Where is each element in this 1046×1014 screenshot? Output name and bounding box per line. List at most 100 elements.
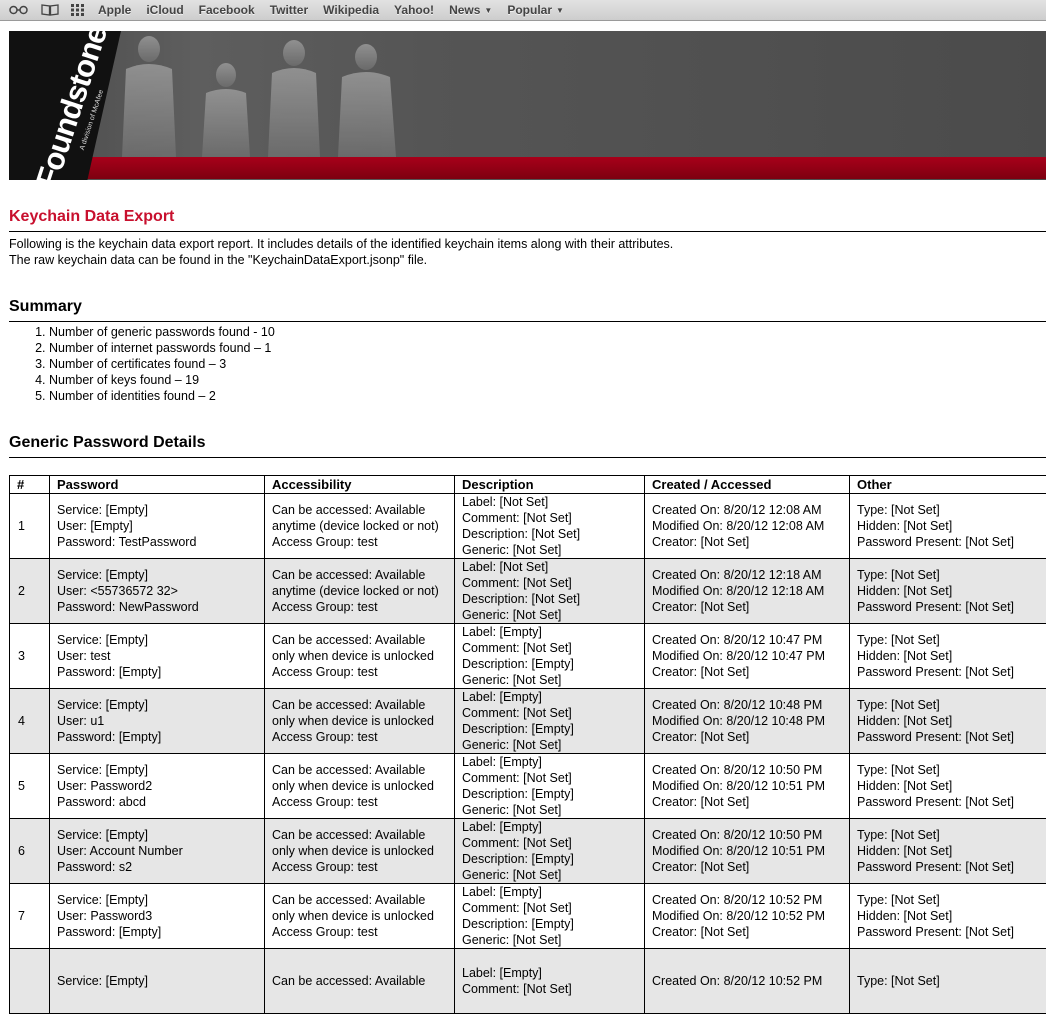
bookmark-news-label: News: [449, 3, 480, 17]
created-line: Modified On: 8/20/12 10:47 PM: [652, 648, 842, 664]
bookmark-popular-label: Popular: [507, 3, 552, 17]
accessibility-line: Access Group: test: [272, 599, 447, 615]
cell-password: Service: [Empty]User: <55736572 32>Passw…: [50, 559, 265, 624]
top-sites-grid-icon[interactable]: [70, 0, 86, 21]
password-line: Service: [Empty]: [57, 892, 257, 908]
password-line: Password: abcd: [57, 794, 257, 810]
bookmark-popular-menu[interactable]: Popular▼: [507, 3, 564, 17]
accessibility-line: Can be accessed: Available: [272, 697, 447, 713]
bookmark-wikipedia[interactable]: Wikipedia: [323, 3, 379, 17]
cell-description: Label: [Empty]Comment: [Not Set]Descript…: [455, 624, 645, 689]
created-line: Modified On: 8/20/12 10:48 PM: [652, 713, 842, 729]
bookmark-yahoo[interactable]: Yahoo!: [394, 3, 434, 17]
other-line: Hidden: [Not Set]: [857, 843, 1039, 859]
table-row: 7Service: [Empty]User: Password3Password…: [10, 884, 1046, 949]
cell-other: Type: [Not Set]: [850, 949, 1046, 1014]
other-line: Hidden: [Not Set]: [857, 778, 1039, 794]
cell-accessibility: Can be accessed: Availableonly when devi…: [265, 689, 455, 754]
other-line: Type: [Not Set]: [857, 502, 1039, 518]
summary-list: Number of generic passwords found - 10 N…: [9, 324, 1046, 404]
cell-description: Label: [Not Set]Comment: [Not Set]Descri…: [455, 559, 645, 624]
cell-other: Type: [Not Set]Hidden: [Not Set]Password…: [850, 884, 1046, 949]
accessibility-line: Can be accessed: Available: [272, 892, 447, 908]
other-line: Hidden: [Not Set]: [857, 518, 1039, 534]
cell-password: Service: [Empty]User: Password3Password:…: [50, 884, 265, 949]
cell-accessibility: Can be accessed: Availableonly when devi…: [265, 884, 455, 949]
cell-password: Service: [Empty]: [50, 949, 265, 1014]
cell-accessibility: Can be accessed: Availableonly when devi…: [265, 624, 455, 689]
created-line: Created On: 8/20/12 10:50 PM: [652, 762, 842, 778]
description-line: Label: [Empty]: [462, 689, 637, 705]
bookmarks-bar: Apple iCloud Facebook Twitter Wikipedia …: [0, 0, 1046, 21]
cell-accessibility: Can be accessed: Availableonly when devi…: [265, 819, 455, 884]
other-line: Hidden: [Not Set]: [857, 583, 1039, 599]
column-header-password: Password: [50, 476, 265, 494]
password-line: User: Password3: [57, 908, 257, 924]
bookmarks-book-icon[interactable]: [39, 0, 61, 21]
cell-password: Service: [Empty]User: u1Password: [Empty…: [50, 689, 265, 754]
password-line: Service: [Empty]: [57, 502, 257, 518]
generic-password-section: Generic Password Details: [9, 434, 1046, 458]
password-line: Password: [Empty]: [57, 664, 257, 680]
accessibility-line: Access Group: test: [272, 729, 447, 745]
row-number: 7: [10, 884, 50, 949]
created-line: Modified On: 8/20/12 10:51 PM: [652, 843, 842, 859]
password-line: User: Account Number: [57, 843, 257, 859]
description-line: Comment: [Not Set]: [462, 575, 637, 591]
other-line: Type: [Not Set]: [857, 762, 1039, 778]
other-line: Type: [Not Set]: [857, 697, 1039, 713]
other-line: Type: [Not Set]: [857, 567, 1039, 583]
other-line: Type: [Not Set]: [857, 632, 1039, 648]
cell-password: Service: [Empty]User: Account NumberPass…: [50, 819, 265, 884]
table-row: 4Service: [Empty]User: u1Password: [Empt…: [10, 689, 1046, 754]
cell-created: Created On: 8/20/12 12:08 AMModified On:…: [645, 494, 850, 559]
other-line: Hidden: [Not Set]: [857, 713, 1039, 729]
bookmark-news-menu[interactable]: News▼: [449, 3, 492, 17]
cell-accessibility: Can be accessed: Availableanytime (devic…: [265, 494, 455, 559]
row-number: 4: [10, 689, 50, 754]
bookmark-icloud[interactable]: iCloud: [146, 3, 183, 17]
accessibility-line: Can be accessed: Available: [272, 973, 447, 989]
description-line: Label: [Empty]: [462, 624, 637, 640]
accessibility-line: only when device is unlocked: [272, 648, 447, 664]
created-line: Modified On: 8/20/12 12:18 AM: [652, 583, 842, 599]
accessibility-line: Access Group: test: [272, 859, 447, 875]
summary-item: Number of generic passwords found - 10: [49, 324, 1046, 340]
other-line: Password Present: [Not Set]: [857, 729, 1039, 745]
description-line: Generic: [Not Set]: [462, 542, 637, 558]
other-line: Type: [Not Set]: [857, 973, 1039, 989]
other-line: Type: [Not Set]: [857, 827, 1039, 843]
cell-other: Type: [Not Set]Hidden: [Not Set]Password…: [850, 819, 1046, 884]
reading-list-icon[interactable]: [7, 0, 29, 21]
column-header-created-accessed: Created / Accessed: [645, 476, 850, 494]
accessibility-line: only when device is unlocked: [272, 713, 447, 729]
description-line: Comment: [Not Set]: [462, 981, 637, 997]
banner-red-stripe: [9, 157, 1046, 179]
created-line: Modified On: 8/20/12 12:08 AM: [652, 518, 842, 534]
foundstone-banner: Foundstone A division of McAfee: [9, 31, 1046, 180]
description-line: Generic: [Not Set]: [462, 737, 637, 753]
cell-description: Label: [Not Set]Comment: [Not Set]Descri…: [455, 494, 645, 559]
row-number: 2: [10, 559, 50, 624]
description-line: Label: [Empty]: [462, 754, 637, 770]
column-header-other: Other: [850, 476, 1046, 494]
cell-created: Created On: 8/20/12 10:47 PMModified On:…: [645, 624, 850, 689]
cell-password: Service: [Empty]User: testPassword: [Emp…: [50, 624, 265, 689]
description-line: Description: [Empty]: [462, 851, 637, 867]
cell-accessibility: Can be accessed: Availableanytime (devic…: [265, 559, 455, 624]
description-line: Generic: [Not Set]: [462, 932, 637, 948]
bookmark-facebook[interactable]: Facebook: [199, 3, 255, 17]
accessibility-line: only when device is unlocked: [272, 843, 447, 859]
generic-password-heading: Generic Password Details: [9, 434, 1046, 458]
table-row: 5Service: [Empty]User: Password2Password…: [10, 754, 1046, 819]
created-line: Created On: 8/20/12 10:52 PM: [652, 892, 842, 908]
description-line: Description: [Empty]: [462, 721, 637, 737]
other-line: Password Present: [Not Set]: [857, 534, 1039, 550]
bookmark-apple[interactable]: Apple: [98, 3, 131, 17]
bookmark-twitter[interactable]: Twitter: [270, 3, 308, 17]
cell-other: Type: [Not Set]Hidden: [Not Set]Password…: [850, 494, 1046, 559]
column-header-description: Description: [455, 476, 645, 494]
accessibility-line: Access Group: test: [272, 534, 447, 550]
other-line: Password Present: [Not Set]: [857, 859, 1039, 875]
description-line: Label: [Not Set]: [462, 559, 637, 575]
